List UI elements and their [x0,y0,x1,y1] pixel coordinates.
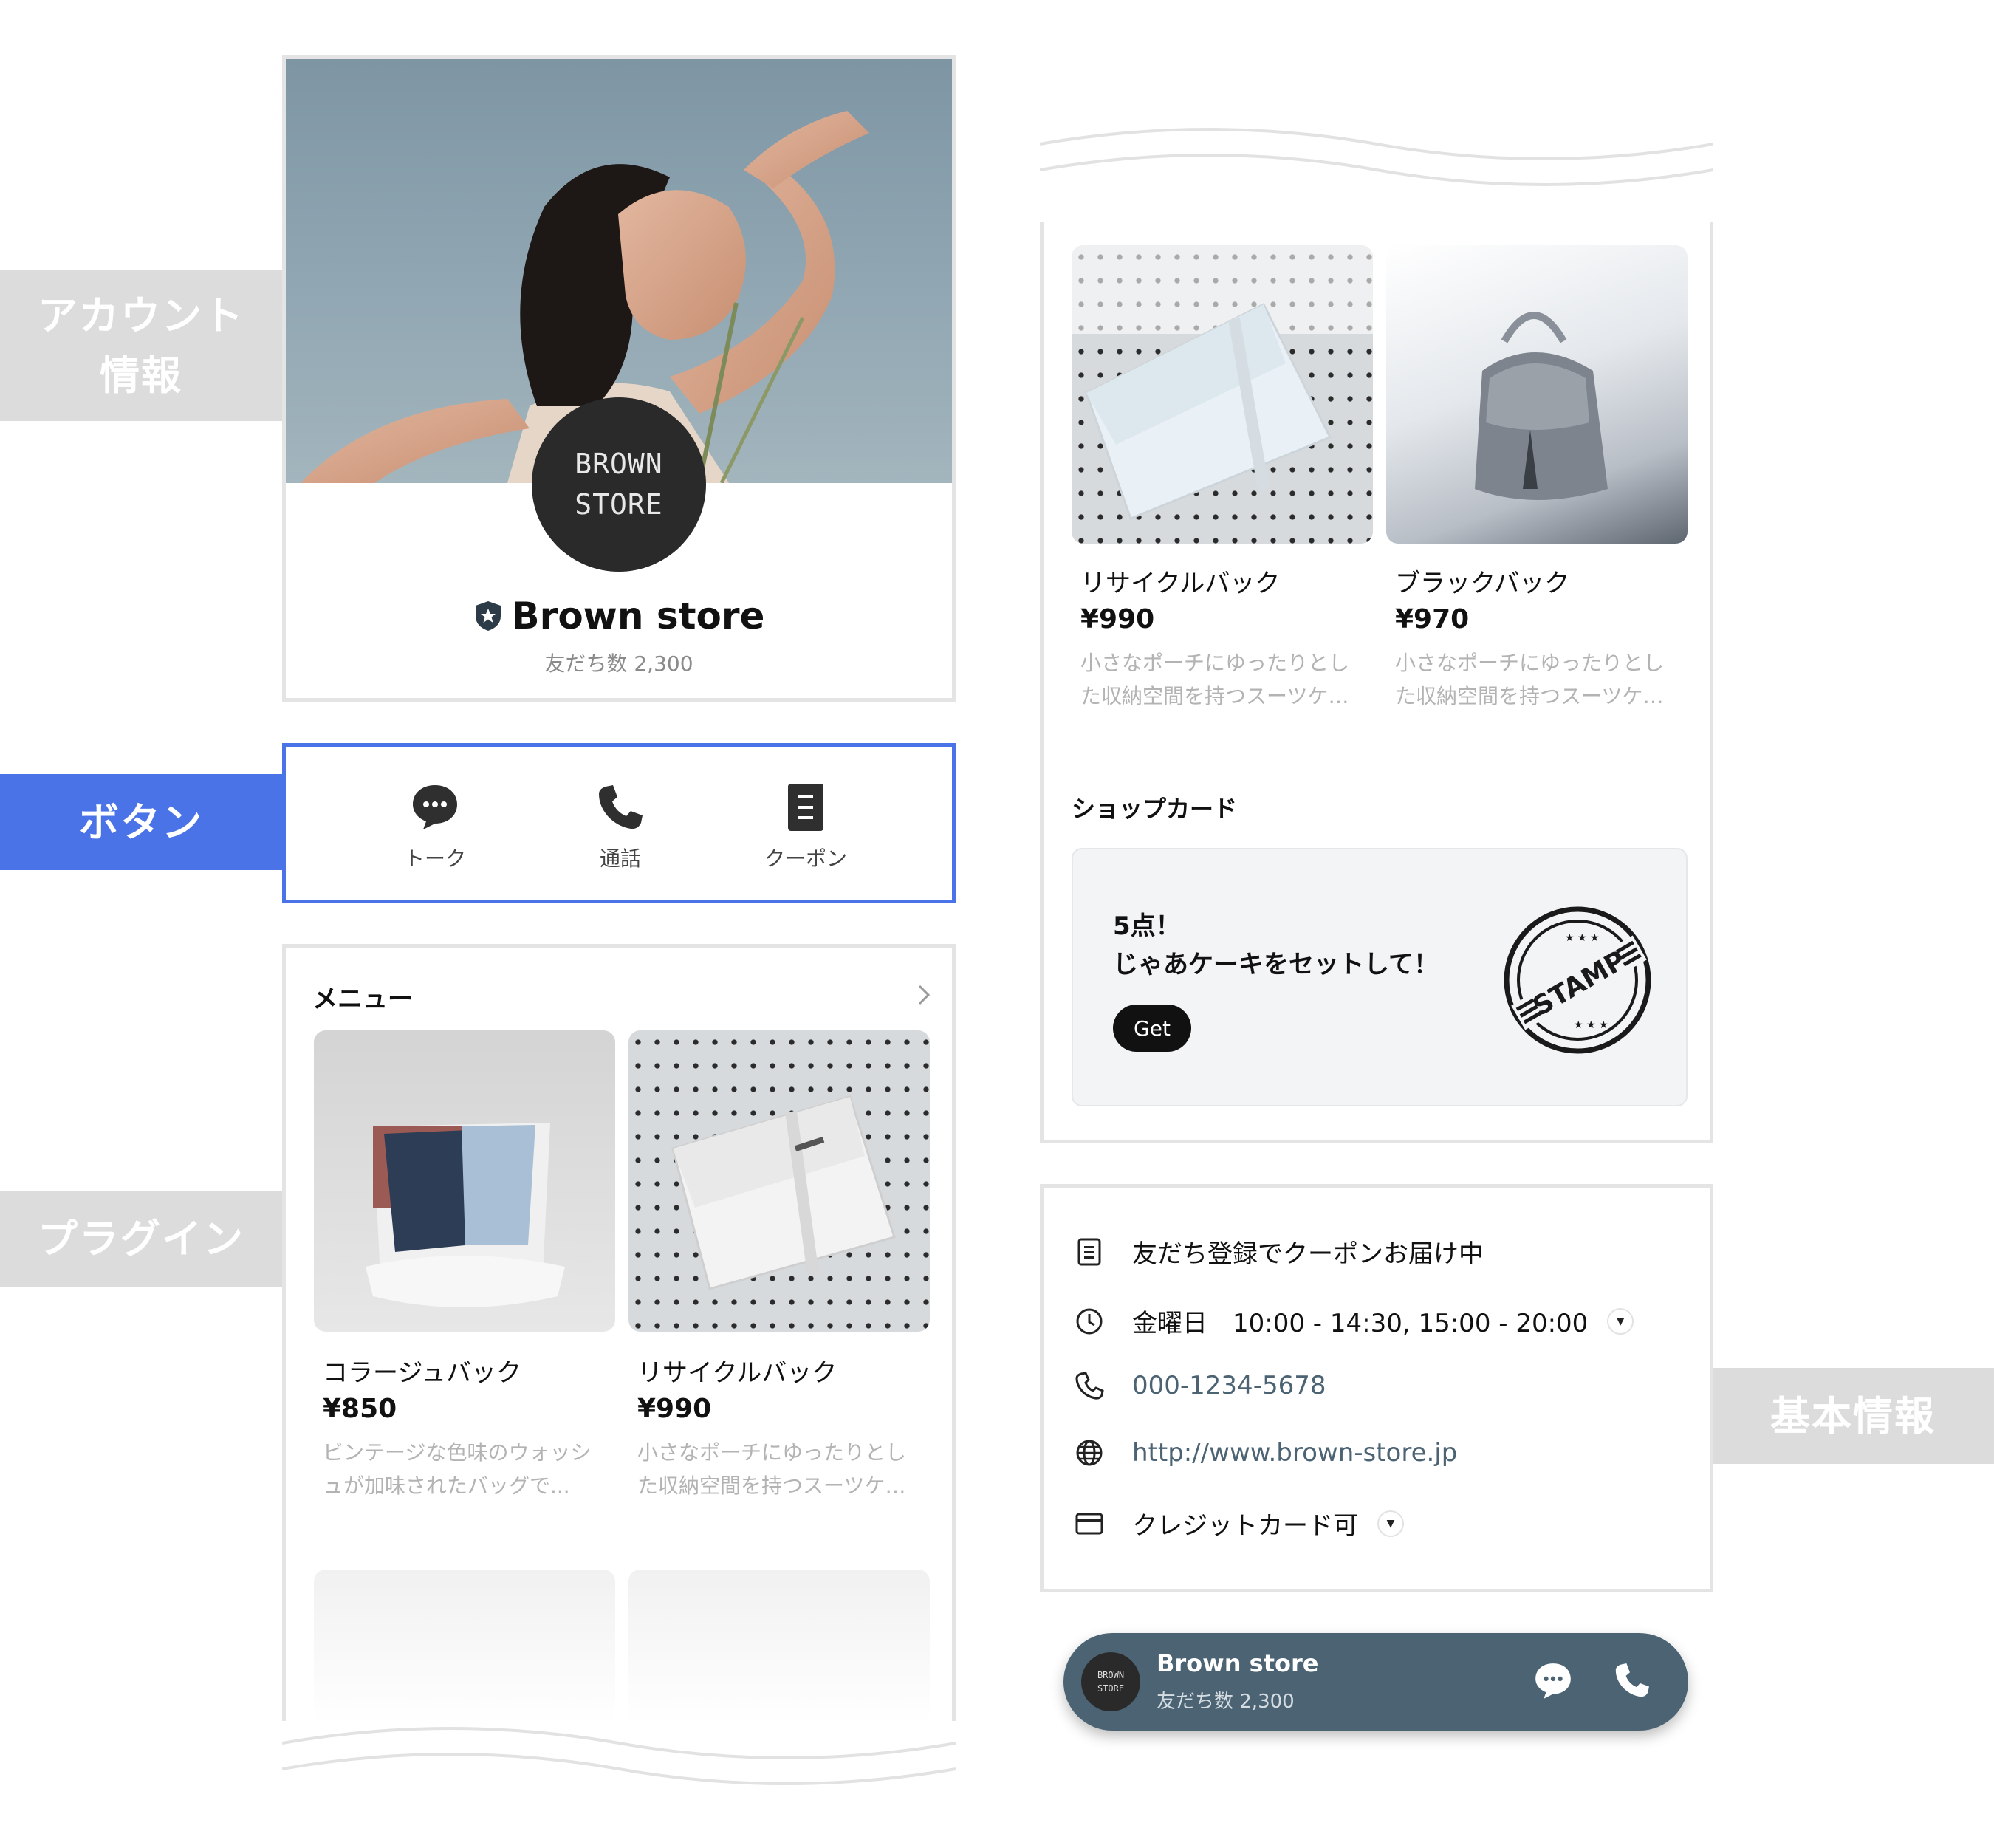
product-image-black-bag[interactable] [1386,245,1688,544]
globe-icon [1076,1440,1103,1466]
talk-button[interactable]: トーク [361,782,509,872]
menu-panel: メニュー コラージュバック ¥850 ビンテージな色味のウォッシュが加味されたバ… [282,944,956,1725]
get-button[interactable]: Get [1113,1005,1191,1052]
chat-bubble-icon [413,785,457,829]
website-info-row[interactable]: http://www.brown-store.jp [1073,1437,1457,1469]
menu-item-price: ¥990 [637,1394,712,1424]
product-name: リサイクルバック [1080,569,1281,598]
credit-card-icon [1075,1513,1103,1534]
clock-icon [1076,1308,1103,1334]
menu-item-placeholder [628,1570,930,1725]
store-name-row: Brown store [286,595,952,637]
wavy-break-divider [282,1727,956,1785]
call-button[interactable]: 通話 [547,782,694,872]
verified-shield-icon [475,601,501,631]
white-bag-photo [1072,245,1373,520]
expand-hours-icon[interactable]: ▼ [1607,1307,1634,1335]
account-info-panel: BROWN STORE Brown store 友だち数 2,300 [282,55,956,702]
product-desc: 小さなポーチにゆったりとした収納空間を持つスーツケ… [1080,651,1350,708]
black-backpack-photo [1475,312,1608,500]
phone-info-row[interactable]: 000-1234-5678 [1073,1369,1326,1402]
wavy-break-divider-top [1040,128,1713,186]
hours-info-row[interactable]: 金曜日 10:00 - 14:30, 15:00 - 20:00 ▼ [1073,1303,1634,1339]
shop-card-title: ショップカード [1072,795,1238,823]
footer-store-logo: BROWN STORE [1081,1652,1140,1711]
stamp-text: STAMP [1528,945,1631,1022]
plugin-panel: リサイクルバック ¥990 小さなポーチにゆったりとした収納空間を持つスーツケ…… [1040,222,1713,1143]
product-price: ¥970 [1395,604,1470,634]
footer-friend-count: 友だち数 2,300 [1157,1691,1295,1713]
store-logo: BROWN STORE [532,397,706,572]
footer-phone-icon[interactable] [1613,1661,1651,1700]
friend-count: 友だち数 2,300 [544,651,693,676]
shop-card-message: じゃあケーキをセットして！ [1113,950,1439,979]
product-image-recycle-bag[interactable] [1072,245,1373,544]
footer-store-name: Brown store [1157,1649,1319,1677]
shop-card: 5点！ じゃあケーキをセットして！ Get STAMP ★ ★ ★ ★ ★ ★ [1072,848,1688,1106]
menu-item-desc: 小さなポーチにゆったりとした収納空間を持つスーツケ… [637,1440,907,1498]
payment-info-row[interactable]: クレジットカード可 ▼ [1073,1505,1404,1541]
talk-label: トーク [403,846,466,871]
svg-text:★ ★ ★: ★ ★ ★ [1565,932,1600,944]
menu-title: メニュー [312,985,413,1014]
menu-item-placeholder [314,1570,615,1725]
product-price: ¥990 [1080,604,1155,634]
buttons-panel: トーク 通話 クーポン [282,743,956,903]
coupon-button[interactable]: クーポン [732,782,880,872]
footer-account-bar[interactable]: BROWN STORE Brown store 友だち数 2,300 [1063,1633,1688,1731]
label-plugin: プラグイン [0,1191,282,1287]
product-name: ブラックバック [1395,569,1570,598]
product-desc: 小さなポーチにゆったりとした収納空間を持つスーツケ… [1395,651,1665,708]
menu-item-image-collage-bag[interactable] [314,1030,615,1332]
shop-card-points: 5点！ [1113,911,1181,941]
footer-chat-icon[interactable] [1533,1661,1573,1701]
menu-item-image-recycle-bag[interactable] [628,1030,930,1332]
phone-outline-icon [1075,1372,1104,1400]
collage-bag-photo [366,1123,565,1307]
document-icon [1077,1238,1101,1265]
website-link[interactable]: http://www.brown-store.jp [1132,1438,1457,1468]
phone-icon [599,785,643,829]
coupon-icon [788,784,823,831]
white-bag-photo [671,1095,896,1290]
stamp-icon: STAMP ★ ★ ★ ★ ★ ★ [1504,906,1651,1054]
coupon-info-row: 友だち登録でクーポンお届け中 [1073,1233,1484,1270]
label-basic-info: 基本情報 [1712,1368,1994,1464]
basic-info-panel: 友だち登録でクーポンお届け中 金曜日 10:00 - 14:30, 15:00 … [1040,1184,1713,1592]
expand-payment-icon[interactable]: ▼ [1377,1510,1404,1537]
label-account-info: アカウント 情報 [0,270,282,421]
call-label: 通話 [599,846,641,871]
svg-text:★ ★ ★: ★ ★ ★ [1574,1019,1608,1031]
menu-item-name: コラージュバック [323,1358,521,1388]
menu-item-name: リサイクルバック [637,1358,837,1388]
coupon-label: クーポン [764,846,847,871]
menu-item-price: ¥850 [323,1394,397,1424]
phone-link[interactable]: 000-1234-5678 [1132,1371,1326,1400]
menu-item-desc: ビンテージな色味のウォッシュが加味されたバッグで... [323,1440,592,1498]
store-name: Brown store [511,595,765,637]
chevron-right-icon[interactable] [915,983,933,1007]
label-buttons: ボタン [0,774,282,870]
